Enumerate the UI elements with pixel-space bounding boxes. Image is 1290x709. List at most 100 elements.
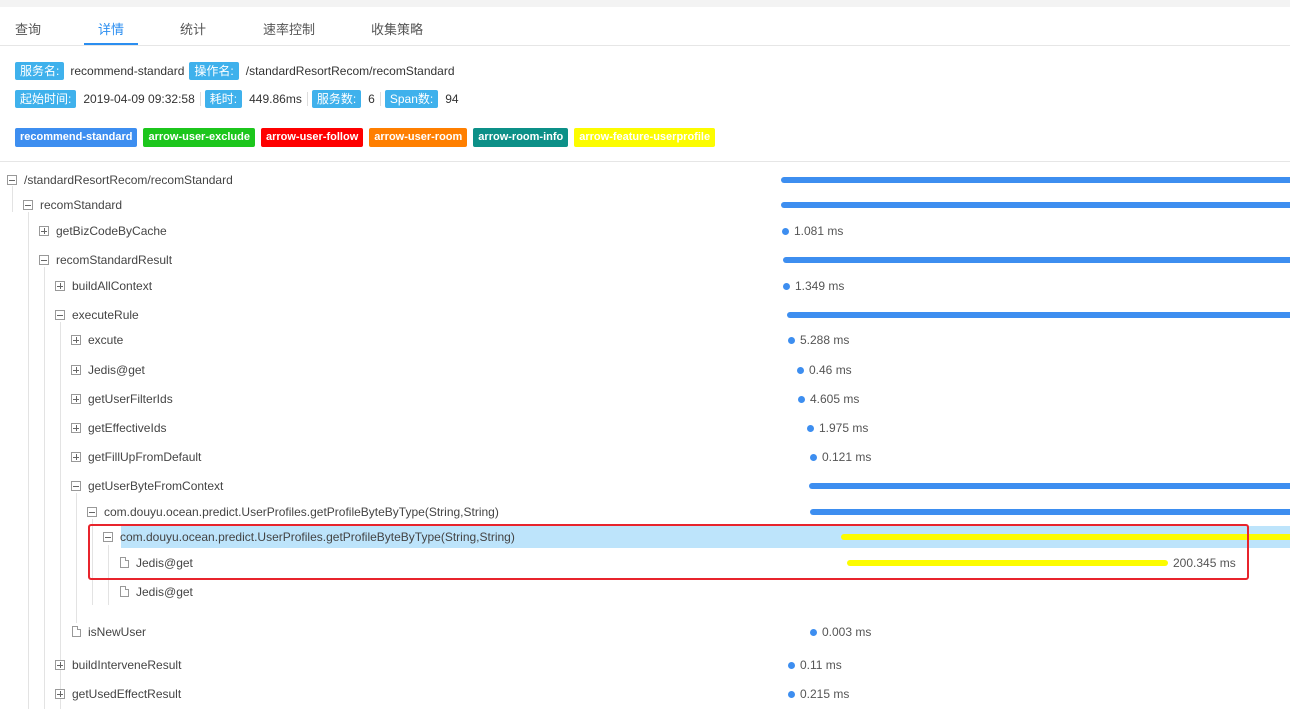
span-row-getusedeffectresult[interactable]: getUsedEffectResult 0.215 ms [0,683,1290,705]
span-duration-bar [787,312,1290,318]
divider [199,92,201,106]
span-duration-text: 0.121 ms [822,450,872,464]
span-row-jedis-get[interactable]: Jedis@get 200.345 ms [0,552,1290,574]
tab-statistics[interactable]: 统计 [180,19,206,38]
legend-chip-arrow-feature-userprofile: arrow-feature-userprofile [574,128,716,147]
span-label: com.douyu.ocean.predict.UserProfiles.get… [120,530,515,544]
span-duration-text: 1.975 ms [819,421,869,435]
trace-name-row: 服务名: recommend-standard 操作名: /standardRe… [15,61,460,81]
minus-square-icon[interactable] [23,200,33,210]
plus-square-icon[interactable] [55,689,65,699]
plus-square-icon[interactable] [55,281,65,291]
span-tree: /standardResortRecom/recomStandard recomS… [0,162,1290,709]
span-label: getUsedEffectResult [72,687,182,701]
duration-label: 耗时: [204,90,243,108]
span-duration-bar [847,560,1168,566]
span-duration-bar [810,509,1290,515]
span-row-com-douyu-ocean-predict-userprofiles-getprofilebytebytype-string-string[interactable]: com.douyu.ocean.predict.UserProfiles.get… [0,526,1290,548]
plus-square-icon[interactable] [71,452,81,462]
span-row-excute[interactable]: excute 5.288 ms [0,329,1290,351]
service-legend: recommend-standard arrow-user-exclude ar… [15,128,721,147]
span-label: recomStandardResult [56,253,173,267]
span-duration-dot [797,367,804,374]
span-row-recomstandard[interactable]: recomStandard [0,194,1290,216]
document-icon [120,557,129,568]
minus-square-icon[interactable] [71,481,81,491]
span-label: Jedis@get [136,556,193,570]
span-label: Jedis@get [88,363,145,377]
span-duration-dot [788,662,795,669]
minus-square-icon[interactable] [55,310,65,320]
span-label: isNewUser [88,625,147,639]
service-count-value: 6 [368,92,375,106]
span-label: getUserFilterIds [88,392,173,406]
span-duration-bar [809,483,1290,489]
span-label: getEffectiveIds [88,421,167,435]
span-row-jedis-get[interactable]: Jedis@get [0,581,1290,603]
operation-name-value: /standardResortRecom/recomStandard [245,64,455,78]
span-label: getUserByteFromContext [88,479,224,493]
plus-square-icon[interactable] [39,226,49,236]
span-duration-text: 0.215 ms [800,687,850,701]
span-row-isnewuser[interactable]: isNewUser 0.003 ms [0,621,1290,643]
span-label: recomStandard [40,198,123,212]
span-duration-bar [781,202,1290,208]
tab-rate-control[interactable]: 速率控制 [263,19,315,38]
span-row-jedis-get[interactable]: Jedis@get 0.46 ms [0,359,1290,381]
trace-stats-row: 起始时间: 2019-04-09 09:32:58 耗时: 449.86ms 服… [15,89,464,109]
span-label: Jedis@get [136,585,193,599]
legend-chip-arrow-user-exclude: arrow-user-exclude [143,128,255,147]
span-row-geteffectiveids[interactable]: getEffectiveIds 1.975 ms [0,417,1290,439]
tab-collection-policy[interactable]: 收集策略 [371,19,423,38]
span-duration-dot [788,691,795,698]
span-duration-dot [810,454,817,461]
document-icon [72,626,81,637]
span-row-getuserbytefromcontext[interactable]: getUserByteFromContext [0,475,1290,497]
span-row-buildinterveneresult[interactable]: buildInterveneResult 0.11 ms [0,654,1290,676]
span-row-getuserfilterids[interactable]: getUserFilterIds 4.605 ms [0,388,1290,410]
minus-square-icon[interactable] [87,507,97,517]
span-row-getbizcodebycache[interactable]: getBizCodeByCache 1.081 ms [0,220,1290,242]
legend-chip-arrow-user-follow: arrow-user-follow [260,128,364,147]
service-name-label: 服务名: [15,62,65,80]
service-name-value: recommend-standard [70,64,185,78]
span-row-com-douyu-ocean-predict-userprofiles-getprofilebytebytype-string-string[interactable]: com.douyu.ocean.predict.UserProfiles.get… [0,501,1290,523]
span-label: getBizCodeByCache [56,224,167,238]
span-duration-dot [807,425,814,432]
span-row-getfillupfromdefault[interactable]: getFillUpFromDefault 0.121 ms [0,446,1290,468]
legend-chip-arrow-room-info: arrow-room-info [473,128,569,147]
span-row-recomstandardresult[interactable]: recomStandardResult [0,249,1290,271]
divider [306,92,308,106]
span-row-executerule[interactable]: executeRule [0,304,1290,326]
plus-square-icon[interactable] [71,335,81,345]
span-duration-text: 4.605 ms [810,392,860,406]
start-time-value: 2019-04-09 09:32:58 [83,92,195,106]
plus-square-icon[interactable] [71,394,81,404]
minus-square-icon[interactable] [7,175,17,185]
span-duration-dot [782,228,789,235]
plus-square-icon[interactable] [71,365,81,375]
plus-square-icon[interactable] [55,660,65,670]
span-duration-text: 0.46 ms [809,363,852,377]
minus-square-icon[interactable] [103,532,113,542]
span-row-standardresortrecom-recomstandard[interactable]: /standardResortRecom/recomStandard [0,169,1290,191]
span-label: com.douyu.ocean.predict.UserProfiles.get… [104,505,499,519]
plus-square-icon[interactable] [71,423,81,433]
span-row-buildallcontext[interactable]: buildAllContext 1.349 ms [0,275,1290,297]
start-time-label: 起始时间: [15,90,77,108]
span-duration-text: 0.003 ms [822,625,872,639]
span-label: executeRule [72,308,139,322]
tab-query[interactable]: 查询 [15,19,41,38]
active-tab-indicator [84,43,138,45]
top-strip [0,0,1290,7]
span-duration-bar [781,177,1290,183]
span-duration-dot [798,396,805,403]
span-label: buildAllContext [72,279,153,293]
span-duration-dot [783,283,790,290]
span-label: excute [88,333,124,347]
span-duration-text: 5.288 ms [800,333,850,347]
tab-details[interactable]: 详情 [98,19,124,38]
minus-square-icon[interactable] [39,255,49,265]
document-icon [120,586,129,597]
operation-name-label: 操作名: [189,62,239,80]
